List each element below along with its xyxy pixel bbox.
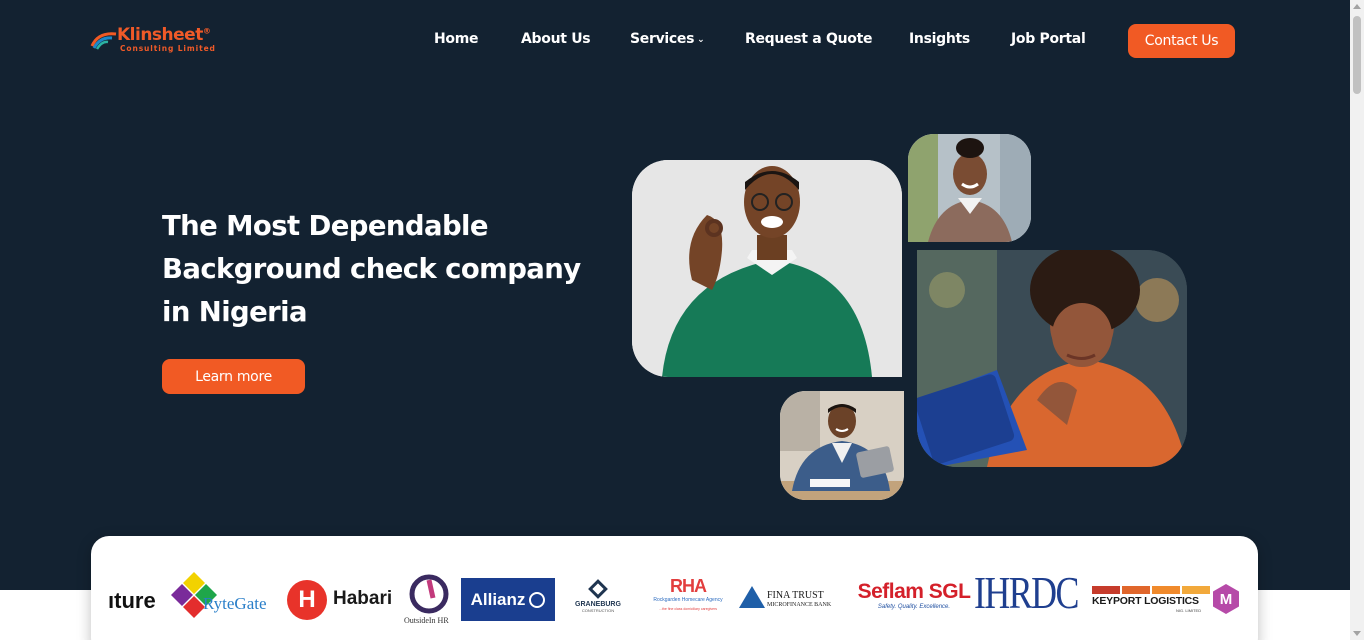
nav-request-quote[interactable]: Request a Quote: [745, 31, 872, 47]
nav-insights[interactable]: Insights: [909, 31, 970, 47]
partner-logo-keyport: KEYPORT LOGISTICS NIG. LIMITED: [1092, 586, 1210, 616]
scroll-down-arrow-icon[interactable]: [1353, 631, 1361, 636]
seflam-text: Seflam SGL: [857, 580, 971, 603]
m-logo-text: M: [1219, 590, 1233, 608]
partner-logo-ihrdc: IHRDC: [974, 567, 1079, 618]
hero-photo-man-writing: [780, 391, 904, 500]
rha-sub: Rockgarden Homecare Agency: [653, 597, 723, 603]
keyport-sub: NIG. LIMITED: [1176, 608, 1202, 613]
learn-more-button[interactable]: Learn more: [162, 359, 305, 394]
partner-logo-rytegate: RyteGate: [171, 572, 281, 626]
partners-logo-strip: ıture RyteGate H Habari OutsideIn HR All…: [91, 536, 1258, 640]
rha-sub2: ...the fine class domiciliary caregivers: [659, 607, 717, 611]
hero-photo-woman-tablet: [917, 250, 1187, 467]
scroll-up-arrow-icon[interactable]: [1353, 4, 1361, 9]
hero-title-line: Background check company: [162, 253, 581, 285]
finatrust-triangle-icon: [739, 586, 765, 608]
scrollbar-thumb[interactable]: [1353, 16, 1361, 94]
hero-photo-smiling-woman: [908, 134, 1031, 242]
outsidein-hr-mark-icon: [409, 574, 449, 614]
contact-us-button[interactable]: Contact Us: [1128, 24, 1235, 58]
graneburg-sub: CONSTRUCTION: [581, 608, 615, 613]
outsidein-hr-text: OutsideIn HR: [404, 616, 449, 625]
partner-logo-habari: H Habari: [287, 580, 397, 620]
hero-title-line: The Most Dependable: [162, 210, 489, 242]
finatrust-text: FINA TRUST: [767, 590, 824, 601]
brand-name: Klinsheet®: [117, 25, 211, 45]
habari-mark-icon: H: [287, 580, 327, 620]
nav-about-us[interactable]: About Us: [521, 31, 591, 47]
nav-services[interactable]: Services ⌄: [630, 31, 705, 47]
chevron-down-icon: ⌄: [697, 35, 705, 45]
logo-swoosh-icon: [90, 32, 117, 50]
partner-logo-allianz: Allianz: [461, 578, 555, 621]
hero-title-line: in Nigeria: [162, 296, 308, 328]
partner-logo-m: M: [1213, 584, 1239, 614]
page-scrollbar[interactable]: [1350, 0, 1364, 640]
allianz-eagle-icon: [529, 591, 546, 608]
graneburg-mark-icon: [588, 579, 608, 599]
nav-home[interactable]: Home: [434, 31, 479, 47]
finatrust-sub: MICROFINANCE BANK: [767, 602, 832, 608]
hero-title: The Most Dependable Background check com…: [162, 205, 622, 334]
keyport-text: KEYPORT LOGISTICS: [1092, 595, 1199, 607]
hero-photo-man-ok-gesture: [632, 160, 902, 377]
partner-logo-seflam: Seflam SGL Safety. Quality. Excellence.: [855, 580, 973, 620]
keyport-stripes-icon: [1092, 586, 1210, 594]
allianz-text: Allianz: [470, 589, 526, 609]
partner-logo-outsidein-hr: OutsideIn HR: [404, 574, 454, 626]
partner-logo-rockgarden: RHA Rockgarden Homecare Agency ...the fi…: [641, 576, 735, 626]
habari-text: Habari: [333, 588, 393, 609]
partner-logo-graneburg: GRANEBURG CONSTRUCTION: [567, 579, 629, 622]
graneburg-text: GRANEBURG: [575, 601, 621, 608]
rytegate-text: RyteGate: [203, 594, 267, 613]
nav-job-portal[interactable]: Job Portal: [1011, 31, 1086, 47]
brand-tagline: Consulting Limited: [120, 44, 216, 53]
partner-logo-finatrust: FINA TRUST MICROFINANCE BANK: [739, 586, 854, 616]
nav-services-label: Services: [630, 31, 695, 47]
seflam-sub: Safety. Quality. Excellence.: [877, 604, 951, 610]
partner-logo-nature: ıture: [108, 588, 156, 613]
rha-text: RHA: [670, 576, 707, 596]
brand-logo[interactable]: Klinsheet® Consulting Limited: [90, 25, 230, 56]
